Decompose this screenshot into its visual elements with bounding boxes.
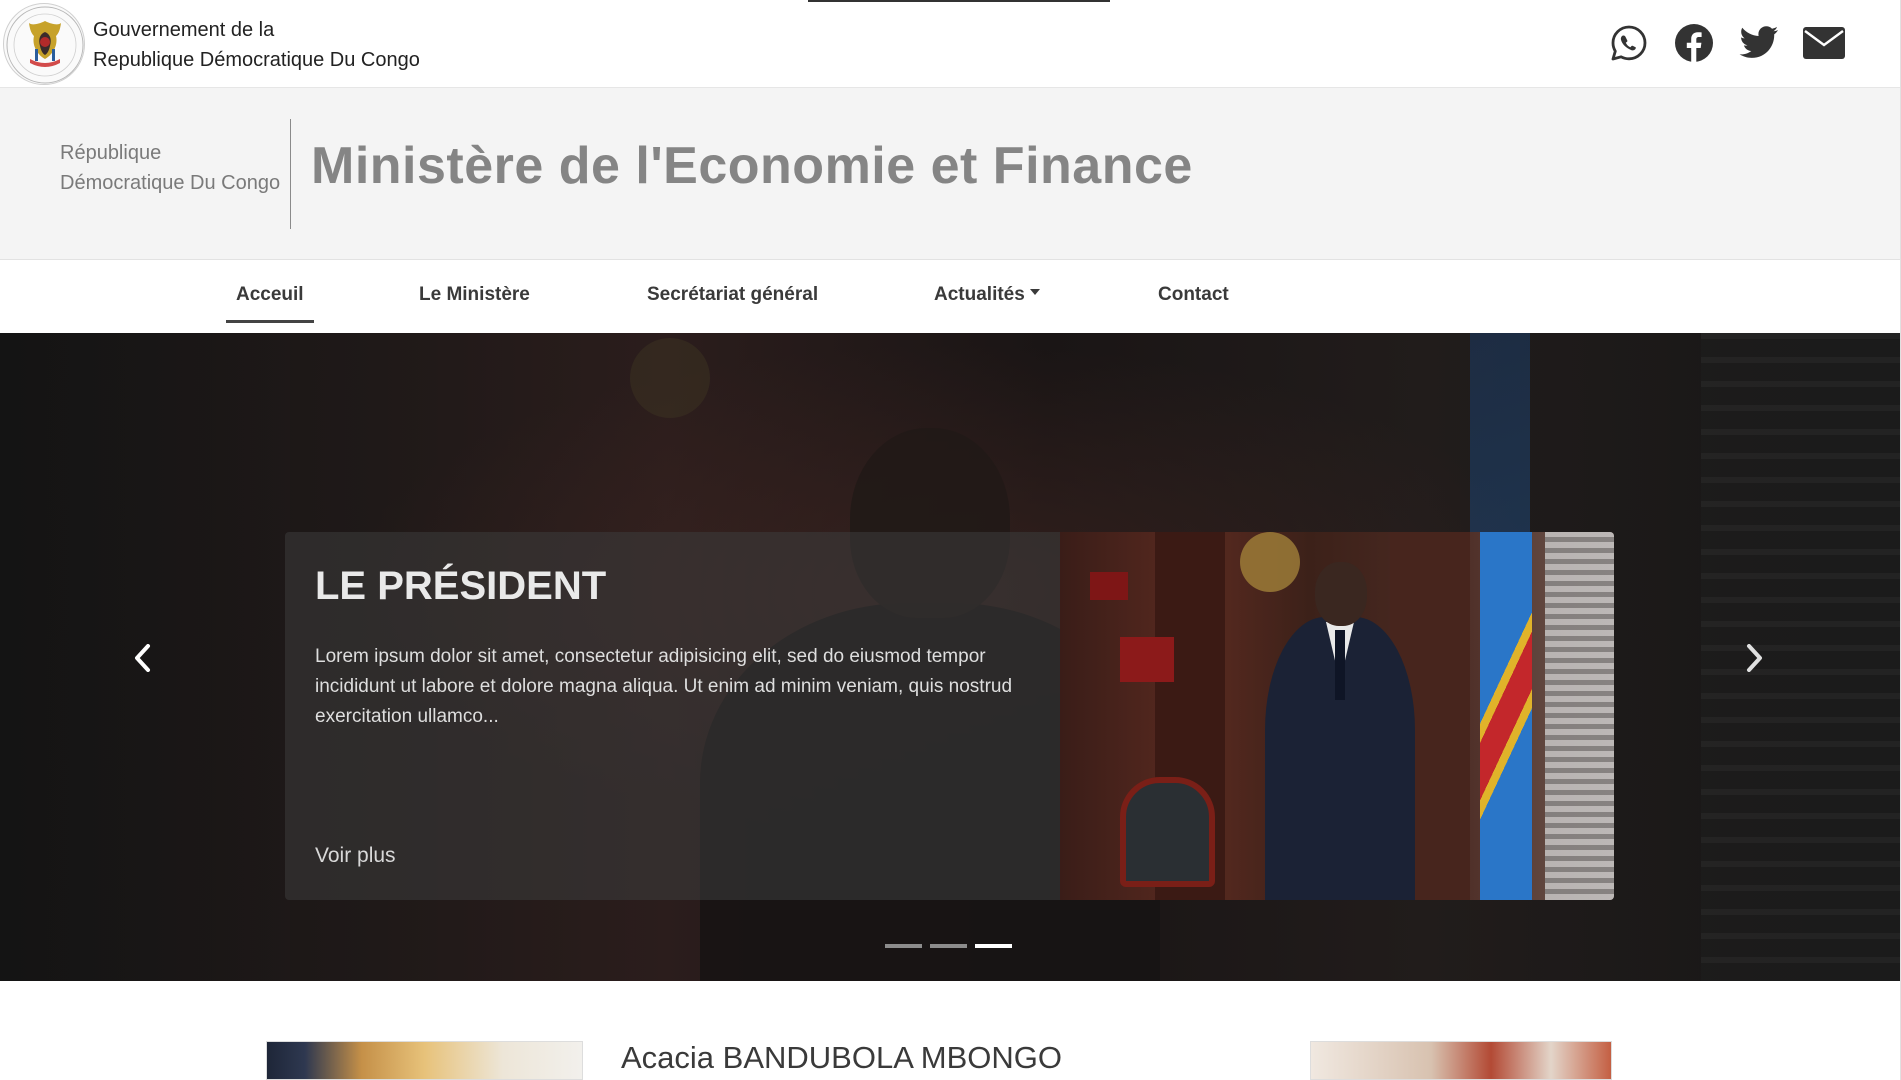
- nav-item-label: Le Ministère: [419, 284, 530, 305]
- slide-description: Lorem ipsum dolor sit amet, consectetur …: [315, 646, 1013, 727]
- dropdown-caret-icon: [1029, 288, 1040, 295]
- nav-item-contact[interactable]: Contact: [1158, 260, 1229, 333]
- country-label-line1: République: [60, 142, 162, 164]
- president-head: [1315, 562, 1367, 626]
- nav-item-label: Actualités: [934, 284, 1025, 305]
- hero-carousel: LE PRÉSIDENT Lorem ipsum dolor sit amet,…: [0, 333, 1901, 981]
- slide-text-panel: LE PRÉSIDENT Lorem ipsum dolor sit amet,…: [285, 532, 1060, 900]
- main-navigation: Acceuil Le Ministère Secrétariat général…: [0, 260, 1901, 333]
- slide-card: LE PRÉSIDENT Lorem ipsum dolor sit amet,…: [285, 532, 1614, 900]
- carousel-next-button[interactable]: [1735, 636, 1775, 680]
- government-title-line2: Republique Démocratique Du Congo: [93, 49, 420, 71]
- background-blinds: [1701, 333, 1901, 981]
- country-label-line2: Démocratique Du Congo: [60, 172, 281, 194]
- nav-item-secretariat-general[interactable]: Secrétariat général: [647, 260, 818, 333]
- chevron-right-icon: [1747, 644, 1762, 672]
- header-divider: [290, 119, 291, 229]
- facebook-icon[interactable]: [1673, 22, 1715, 64]
- official-name: Acacia BANDUBOLA MBONGO: [621, 1040, 1063, 1075]
- background-lamp: [630, 338, 710, 418]
- email-icon[interactable]: [1803, 22, 1845, 64]
- nav-item-acceuil[interactable]: Acceuil: [226, 260, 314, 333]
- president-photo: [1060, 532, 1614, 900]
- carousel-indicator-2[interactable]: [930, 944, 967, 948]
- nav-item-label: Secrétariat général: [647, 284, 819, 305]
- nav-item-le-ministere[interactable]: Le Ministère: [419, 260, 530, 333]
- carousel-indicators: [885, 944, 1012, 948]
- officials-section: Acacia BANDUBOLA MBONGO: [0, 981, 1901, 1080]
- country-label: République Démocratique Du Congo: [60, 138, 280, 198]
- photo-drc-flag: [1480, 532, 1532, 900]
- photo-chair: [1120, 777, 1215, 887]
- nav-item-label: Contact: [1158, 284, 1229, 305]
- site-header: République Démocratique Du Congo Ministè…: [0, 88, 1901, 260]
- twitter-icon[interactable]: [1738, 22, 1780, 64]
- voir-plus-link[interactable]: Voir plus: [315, 844, 396, 868]
- photo-lampshade: [1090, 572, 1128, 600]
- government-title: Gouvernement de la Republique Démocratiq…: [93, 15, 420, 75]
- ministry-title: Ministère de l'Economie et Finance: [311, 137, 1193, 195]
- chevron-left-icon: [135, 644, 150, 672]
- government-title-line1: Gouvernement de la: [93, 19, 275, 41]
- nav-item-actualites[interactable]: Actualités: [934, 260, 1040, 333]
- official-photo-right[interactable]: [1310, 1041, 1612, 1080]
- carousel-indicator-3[interactable]: [975, 944, 1012, 948]
- slide-title: LE PRÉSIDENT: [315, 564, 607, 608]
- nav-item-label: Acceuil: [236, 284, 304, 305]
- president-tie: [1335, 630, 1345, 700]
- photo-lampshade: [1120, 637, 1174, 682]
- whatsapp-icon[interactable]: [1608, 22, 1650, 64]
- photo-window-blinds: [1545, 532, 1614, 900]
- official-photo-left[interactable]: [266, 1041, 583, 1080]
- carousel-indicator-1[interactable]: [885, 944, 922, 948]
- top-accent-line: [808, 0, 1110, 2]
- photo-lamp: [1240, 532, 1300, 592]
- coat-of-arms-logo[interactable]: [3, 3, 85, 85]
- carousel-prev-button[interactable]: [122, 636, 162, 680]
- top-bar: Gouvernement de la Republique Démocratiq…: [0, 0, 1901, 88]
